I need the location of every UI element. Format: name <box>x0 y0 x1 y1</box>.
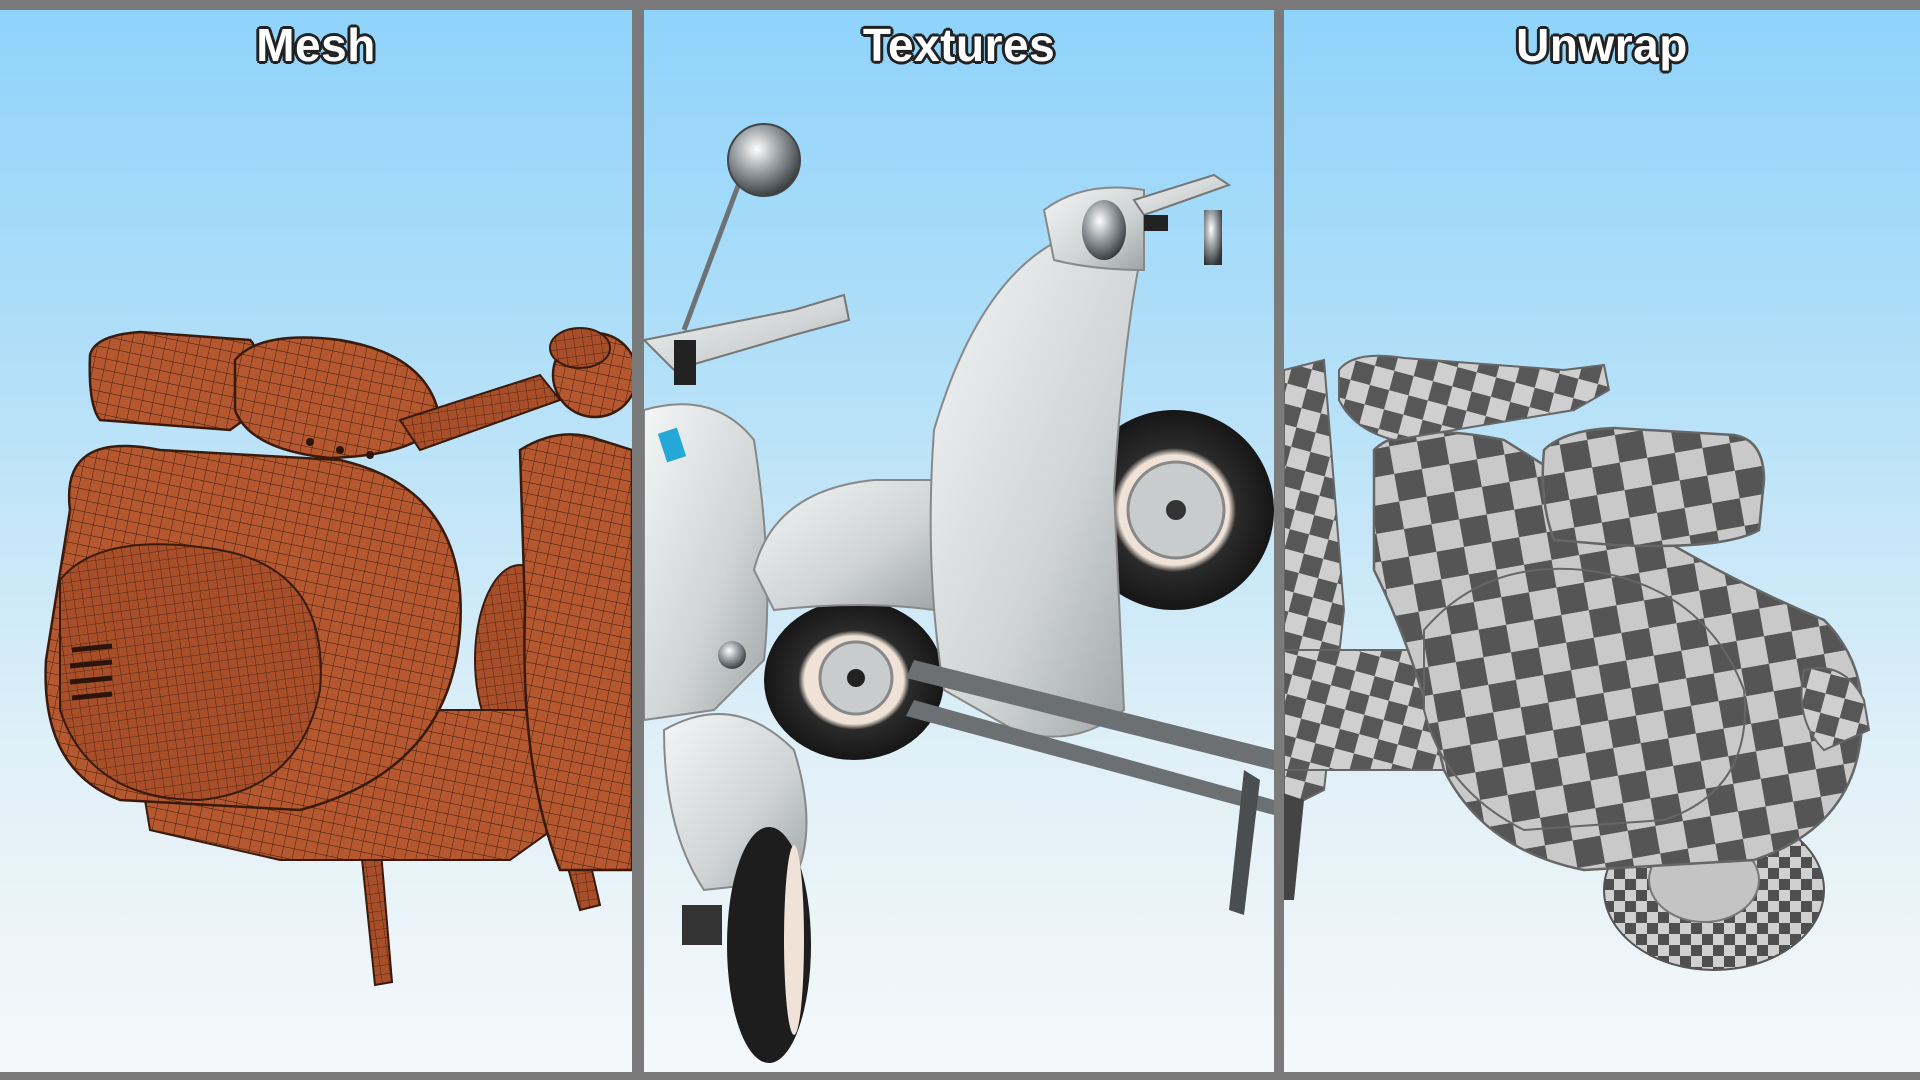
triptych-canvas: Mesh Textures Unwrap <box>0 0 1920 1080</box>
textures-panel: Textures <box>644 10 1274 1072</box>
mesh-title: Mesh <box>256 19 376 71</box>
textured-scooters <box>644 123 1274 1063</box>
wireframe-scooter <box>44 327 632 987</box>
unwrap-panel: Unwrap <box>1284 10 1920 1072</box>
textures-title: Textures <box>862 19 1056 71</box>
checker-scooter <box>1284 354 1871 971</box>
unwrap-title: Unwrap <box>1516 19 1688 71</box>
mesh-panel: Mesh <box>0 10 632 1072</box>
